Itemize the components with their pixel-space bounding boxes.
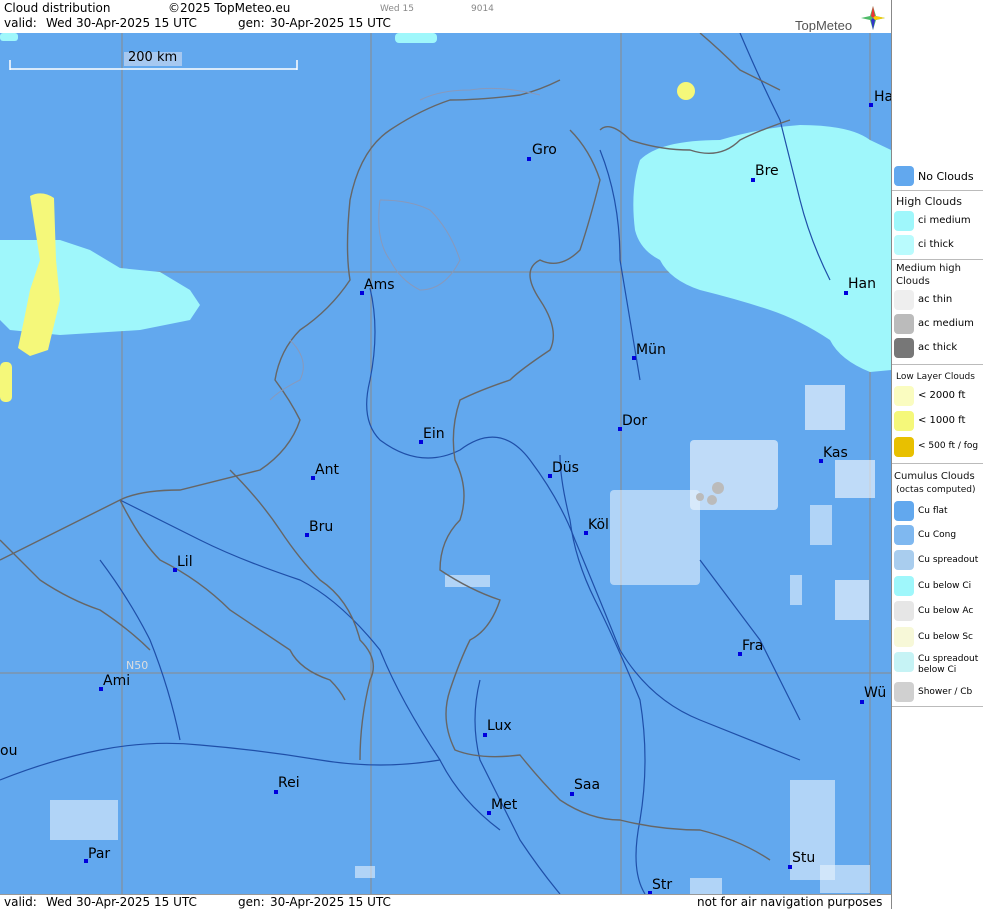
city-ha: Ha: [874, 89, 891, 105]
day-tag: Wed 15: [380, 4, 414, 14]
gen-label: gen:: [238, 16, 265, 30]
city-mun: Mün: [636, 342, 666, 358]
topmeteo-logo: TopMeteo: [795, 4, 885, 36]
city-gro: Gro: [532, 142, 557, 158]
shower-swatch: [894, 682, 914, 702]
footer-valid-value: Wed 30-Apr-2025 15 UTC: [46, 895, 197, 909]
city-stu: Stu: [792, 850, 816, 866]
cu-flat-swatch: [894, 501, 914, 521]
coastline: [269, 87, 541, 401]
ci-thick-swatch: [894, 235, 914, 255]
city-han: Han: [848, 276, 876, 292]
city-kol: Köl: [588, 517, 609, 533]
header-bar: Cloud distribution ©2025 TopMeteo.eu Wed…: [0, 0, 891, 34]
city-fra: Fra: [742, 638, 764, 654]
footer-gen-value: 30-Apr-2025 15 UTC: [270, 895, 391, 909]
city-kas: Kas: [823, 445, 848, 461]
legend-low-head: Low Layer Clouds: [896, 372, 975, 382]
low-1000-swatch: [894, 411, 914, 431]
cu-spread-ci-swatch: [894, 652, 914, 672]
city-ou: ou: [0, 743, 18, 759]
footer-gen-label: gen:: [238, 895, 265, 909]
cloud-map[interactable]: 200 km N50 Gro Bre Ha Ams Han Mün Ein Do…: [0, 33, 891, 894]
cu-spread-swatch: [894, 550, 914, 570]
map-title: Cloud distribution: [4, 1, 111, 15]
ci-medium-areas: [0, 33, 891, 372]
legend-panel: No Clouds High Clouds ci medium ci thick…: [891, 0, 983, 909]
legend-medium-head: Medium high Clouds: [896, 263, 961, 287]
cu-cong-swatch: [894, 525, 914, 545]
city-ein: Ein: [423, 426, 445, 442]
copyright: ©2025 TopMeteo.eu: [168, 1, 291, 15]
legend-cu-head: Cumulus Clouds: [894, 471, 975, 482]
city-saa: Saa: [574, 777, 601, 793]
city-par: Par: [88, 846, 111, 862]
city-wu: Wü: [864, 685, 887, 701]
cu-below-sc-swatch: [894, 627, 914, 647]
gen-value: 30-Apr-2025 15 UTC: [270, 16, 391, 30]
city-dot: [869, 103, 873, 107]
valid-value: Wed 30-Apr-2025 15 UTC: [46, 16, 197, 30]
city-rei: Rei: [278, 775, 300, 791]
brand-text: TopMeteo: [795, 18, 852, 32]
valid-label: valid:: [4, 16, 37, 30]
city-dor: Dor: [622, 413, 648, 429]
city-met: Met: [491, 797, 518, 813]
ac-medium-swatch: [894, 314, 914, 334]
city-ams: Ams: [364, 277, 395, 293]
footer-bar: valid: Wed 30-Apr-2025 15 UTC gen: 30-Ap…: [0, 894, 891, 910]
lat-label: N50: [126, 659, 149, 672]
ci-medium-swatch: [894, 211, 914, 231]
ac-thick-swatch: [894, 338, 914, 358]
city-lil: Lil: [177, 554, 193, 570]
cu-below-ac-swatch: [894, 601, 914, 621]
fog-swatch: [894, 437, 914, 457]
city-bre: Bre: [755, 163, 779, 179]
city-bru: Bru: [309, 519, 334, 535]
code-tag: 9014: [471, 4, 494, 14]
no-clouds-swatch: [894, 166, 914, 186]
city-ami: Ami: [103, 673, 131, 689]
legend-cu-sub: (octas computed): [896, 485, 976, 495]
ac-thin-swatch: [894, 290, 914, 310]
cu-below-ci-swatch: [894, 576, 914, 596]
footer-disclaimer: not for air navigation purposes: [697, 895, 883, 909]
city-ant: Ant: [315, 462, 339, 478]
legend-high-head: High Clouds: [896, 195, 962, 208]
city-dot: [527, 157, 531, 161]
city-str: Str: [652, 877, 673, 893]
footer-valid-label: valid:: [4, 895, 37, 909]
city-dus: Düs: [552, 460, 579, 476]
city-lux: Lux: [487, 718, 512, 734]
low-2000-swatch: [894, 386, 914, 406]
scale-label: 200 km: [128, 50, 178, 65]
